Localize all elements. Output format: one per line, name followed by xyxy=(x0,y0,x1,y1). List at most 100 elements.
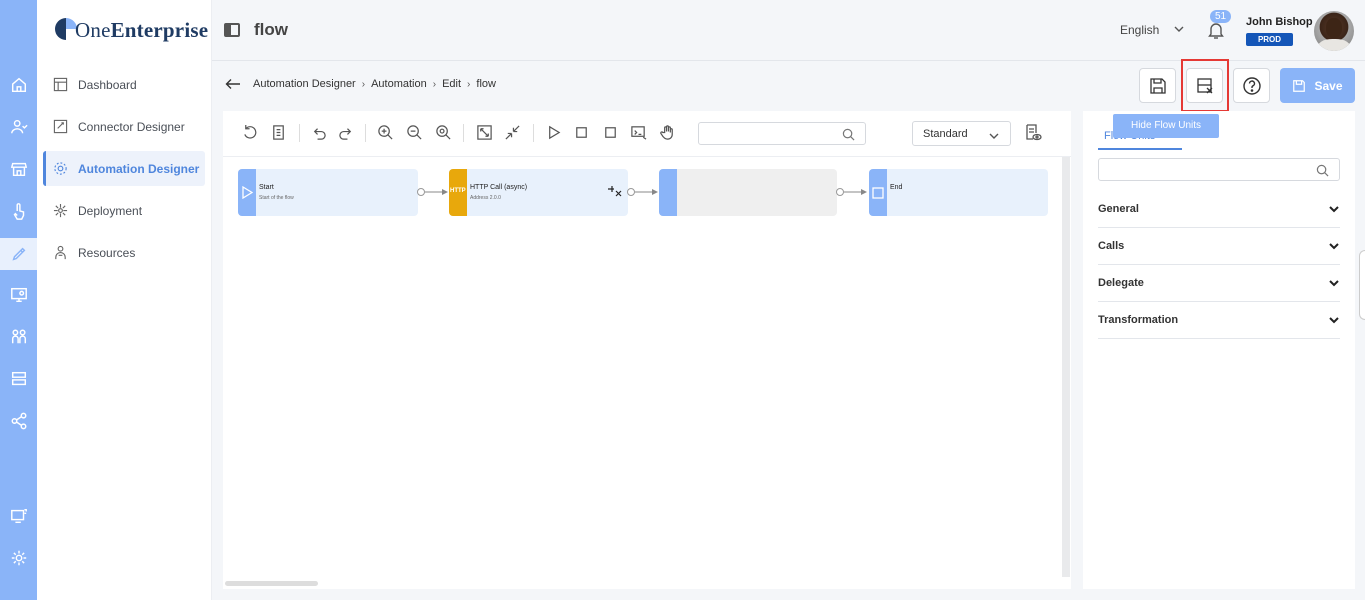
undo-icon[interactable] xyxy=(309,123,327,141)
category-label: Delegate xyxy=(1098,277,1144,289)
view-mode-value: Standard xyxy=(923,128,968,140)
floppy-disk-icon xyxy=(1149,77,1166,94)
toolbar-divider xyxy=(533,124,534,142)
resources-icon xyxy=(55,245,66,260)
save-draft-button[interactable] xyxy=(1139,68,1176,103)
logo-text: OneEnterprise xyxy=(75,17,209,42)
chevron-down-icon xyxy=(1329,280,1339,287)
sidebar-item-automation-designer[interactable]: Automation Designer xyxy=(43,151,205,186)
notification-badge: 51 xyxy=(1210,10,1232,23)
language-selector[interactable]: English xyxy=(1120,23,1159,37)
play-icon xyxy=(242,186,253,199)
breadcrumb-item[interactable]: Automation xyxy=(371,78,427,90)
logo[interactable]: OneEnterprise xyxy=(53,10,208,50)
sidebar-item-label: Resources xyxy=(78,245,136,260)
bell-icon[interactable] xyxy=(1207,20,1225,40)
collapse-icon[interactable] xyxy=(503,123,521,141)
sidebar-item-label: Dashboard xyxy=(78,77,137,92)
search-icon xyxy=(842,128,855,141)
node-subtitle: Start of the flow xyxy=(259,195,294,201)
vertical-scrollbar[interactable] xyxy=(1062,157,1070,577)
sidebar-item-label: Deployment xyxy=(78,203,143,218)
user-name[interactable]: John Bishop xyxy=(1246,16,1313,28)
environment-badge: PROD xyxy=(1246,33,1293,46)
panel-edge-handle[interactable] xyxy=(1359,250,1365,320)
expand-icon[interactable] xyxy=(475,123,493,141)
back-arrow-icon[interactable] xyxy=(225,78,241,90)
sidebar-item-resources[interactable]: Resources xyxy=(43,235,205,270)
remote-desktop-icon[interactable] xyxy=(0,501,37,531)
connector-arrow xyxy=(627,188,658,196)
touch-icon[interactable] xyxy=(0,196,37,226)
canvas-search-input[interactable] xyxy=(698,122,866,145)
reset-icon[interactable] xyxy=(241,123,259,141)
category-calls[interactable]: Calls xyxy=(1098,228,1340,265)
stop-icon[interactable] xyxy=(572,123,590,141)
chevron-down-icon xyxy=(989,133,999,139)
breadcrumb-item[interactable]: Edit xyxy=(442,78,461,90)
deployment-icon xyxy=(53,203,68,218)
horizontal-scrollbar[interactable] xyxy=(225,581,318,586)
sidebar-item-deployment[interactable]: Deployment xyxy=(43,193,205,228)
breadcrumb-separator-icon: › xyxy=(432,78,437,90)
pan-hand-icon[interactable] xyxy=(658,123,676,141)
flow-units-panel: Flow Units General Calls Delegate Transf… xyxy=(1083,111,1355,589)
category-transformation[interactable]: Transformation xyxy=(1098,302,1340,339)
zoom-in-icon[interactable] xyxy=(376,123,394,141)
settings-icon[interactable] xyxy=(0,543,37,573)
users-icon[interactable] xyxy=(0,112,37,142)
dashboard-icon xyxy=(53,77,68,92)
connector-arrow xyxy=(417,188,448,196)
document-icon[interactable] xyxy=(269,123,287,141)
node-title: End xyxy=(890,184,903,191)
chevron-down-icon xyxy=(1329,243,1339,250)
sidebar-item-dashboard[interactable]: Dashboard xyxy=(43,67,205,102)
sidebar-toggle-icon[interactable] xyxy=(224,23,240,37)
node-subtitle: Address 2.0.0 xyxy=(470,195,501,201)
breadcrumb-current: flow xyxy=(476,78,496,90)
flow-node-placeholder[interactable] xyxy=(659,169,837,216)
monitor-settings-icon[interactable] xyxy=(0,280,37,310)
top-bar: flow English 51 John Bishop PROD xyxy=(212,0,1365,61)
home-icon[interactable] xyxy=(0,70,37,100)
chevron-down-icon[interactable] xyxy=(1172,22,1186,36)
sidebar-item-connector-designer[interactable]: Connector Designer xyxy=(43,109,205,144)
view-mode-select[interactable]: Standard xyxy=(912,121,1011,146)
avatar[interactable] xyxy=(1314,11,1354,51)
flow-units-search-input[interactable] xyxy=(1098,158,1340,181)
page-title: flow xyxy=(254,20,288,39)
app-root: OneEnterprise Dashboard Connector Design… xyxy=(0,0,1365,600)
breadcrumb: Automation Designer › Automation › Edit … xyxy=(225,78,496,90)
node-title: HTTP Call (async) xyxy=(470,184,528,191)
zoom-fit-icon[interactable] xyxy=(434,123,452,141)
canvas-toolbar: Standard xyxy=(223,111,1071,157)
flow-node-end[interactable]: End xyxy=(869,169,1048,216)
share-icon[interactable] xyxy=(0,406,37,436)
breadcrumb-separator-icon: › xyxy=(467,78,471,90)
help-icon xyxy=(1242,76,1261,95)
play-icon[interactable] xyxy=(544,123,562,141)
node-title: Start xyxy=(259,184,274,191)
zoom-out-icon[interactable] xyxy=(405,123,423,141)
connector-arrow xyxy=(836,188,867,196)
flow-canvas[interactable]: Standard Start Start of the flow HTTP HT… xyxy=(223,111,1071,589)
server-icon[interactable] xyxy=(0,364,37,394)
category-delegate[interactable]: Delegate xyxy=(1098,265,1340,302)
preview-document-icon[interactable] xyxy=(1024,123,1042,141)
automation-icon xyxy=(54,162,67,175)
category-general[interactable]: General xyxy=(1098,191,1340,228)
breadcrumb-separator-icon: › xyxy=(361,78,366,90)
save-button[interactable]: Save xyxy=(1280,68,1355,103)
help-button[interactable] xyxy=(1233,68,1270,103)
people-icon[interactable] xyxy=(0,322,37,352)
designer-icon[interactable] xyxy=(0,238,37,270)
store-icon[interactable] xyxy=(0,154,37,184)
flow-node-http-call[interactable]: HTTP HTTP Call (async) Address 2.0.0 xyxy=(449,169,628,216)
redo-icon[interactable] xyxy=(337,123,355,141)
http-badge: HTTP xyxy=(450,188,466,194)
highlight-frame xyxy=(1181,59,1229,112)
console-icon[interactable] xyxy=(629,123,647,141)
breadcrumb-item[interactable]: Automation Designer xyxy=(253,78,356,90)
flow-node-start[interactable]: Start Start of the flow xyxy=(238,169,418,216)
stop-all-icon[interactable] xyxy=(601,123,619,141)
